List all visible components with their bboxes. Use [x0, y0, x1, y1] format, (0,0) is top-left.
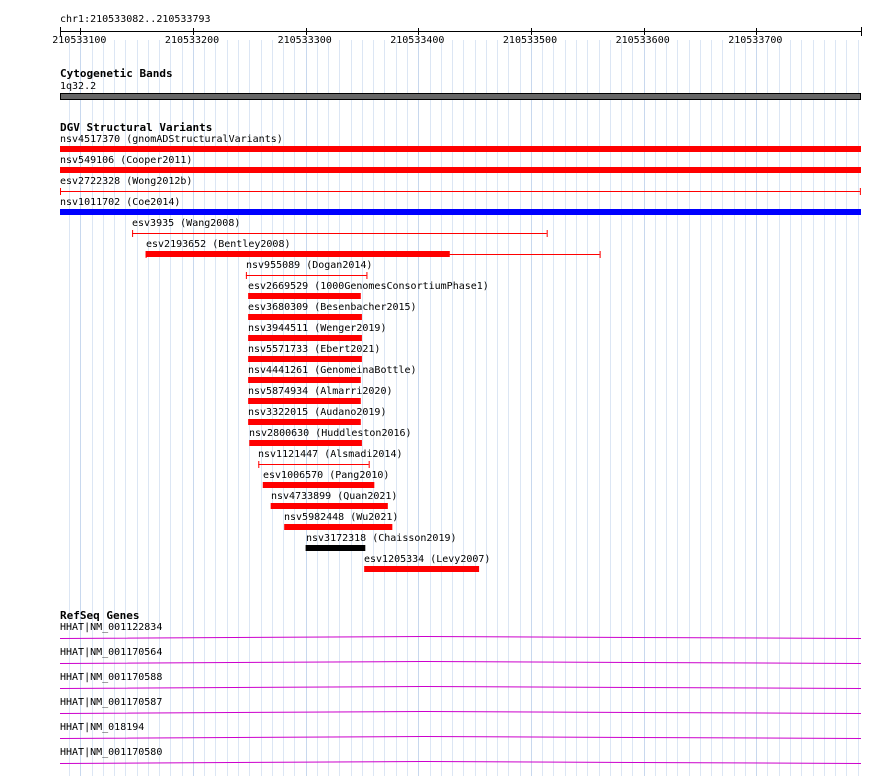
gene-intron-line[interactable] — [59, 635, 862, 639]
ruler-tick-label: 210533200 — [164, 35, 220, 46]
genome-browser-view: chr1:210533082..210533793 Cytogenetic Ba… — [0, 0, 890, 776]
refseq-features — [59, 635, 862, 764]
gene-label: HHAT|NM_001170587 — [60, 697, 163, 708]
gene-intron-line[interactable] — [59, 685, 862, 689]
gene-intron-line[interactable] — [59, 710, 862, 714]
ruler-tick-label: 210533600 — [615, 35, 670, 46]
gene-intron-line[interactable] — [59, 660, 862, 664]
gene-intron-line[interactable] — [59, 760, 862, 764]
gene-label: HHAT|NM_018194 — [60, 722, 145, 733]
gene-label: HHAT|NM_001122834 — [60, 622, 163, 633]
gene-intron-line[interactable] — [59, 735, 862, 739]
ruler-tick-label: 210533300 — [277, 35, 332, 46]
ruler-tick-label: 210533400 — [390, 35, 445, 46]
gene-label: HHAT|NM_001170564 — [60, 647, 163, 658]
ruler-tick-label: 210533100 — [52, 35, 107, 46]
ruler-tick-label: 210533500 — [502, 35, 558, 46]
ruler-tick-label: 210533700 — [728, 35, 783, 46]
gene-label: HHAT|NM_001170588 — [60, 672, 163, 683]
gene-label: HHAT|NM_001170580 — [60, 747, 163, 758]
